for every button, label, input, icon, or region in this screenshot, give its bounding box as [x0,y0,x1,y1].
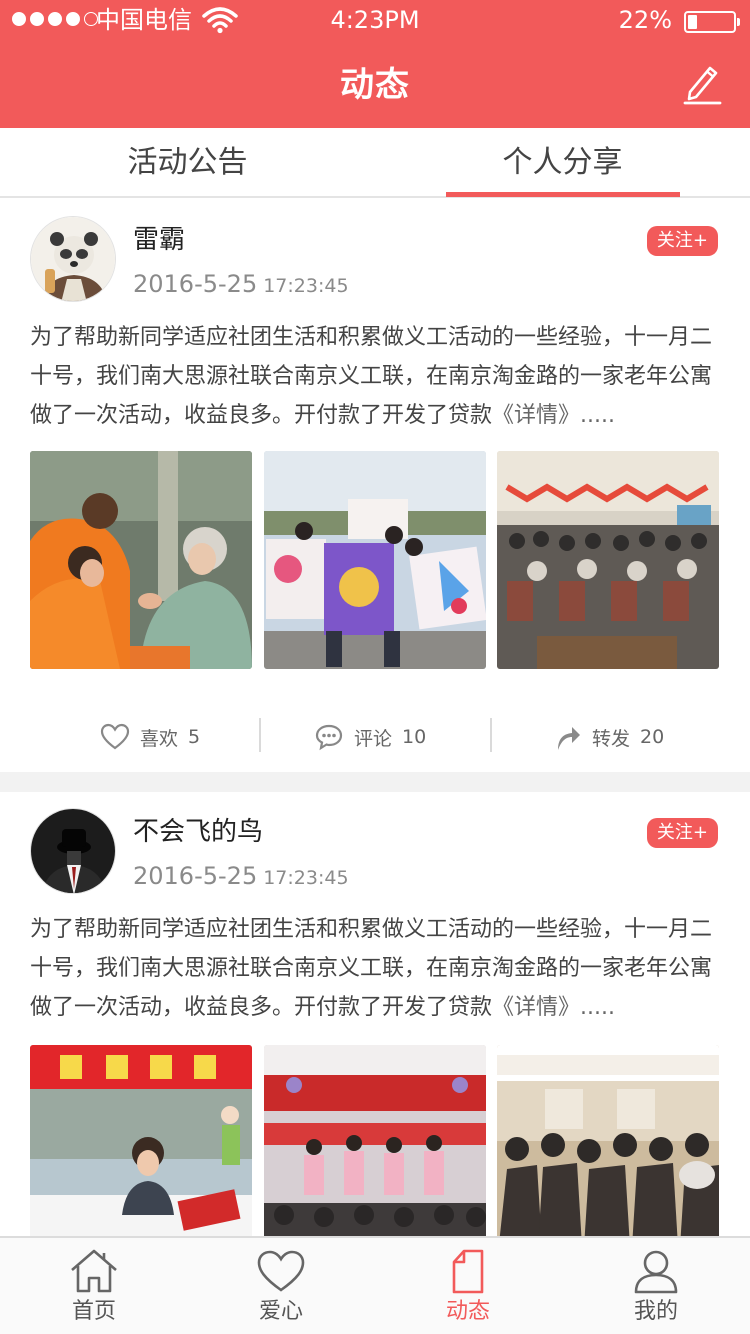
like-button[interactable]: 喜欢 5 [100,712,200,762]
heart-icon [100,723,130,750]
active-tab-indicator [446,192,680,197]
follow-button[interactable]: 关注+ [646,818,718,848]
document-icon [452,1249,484,1294]
post-photo[interactable] [497,451,719,669]
page-title: 动态 [340,65,410,105]
post-text[interactable]: 为了帮助新同学适应社团生活和积累做义工活动的一些经验，十一月二十号，我们南大思源… [30,910,720,1027]
action-divider [490,718,492,752]
nav-feed-label: 动态 [445,1299,490,1324]
post-username[interactable]: 不会飞的鸟 [133,814,263,850]
tab-personal-share[interactable]: 个人分享 [375,128,750,198]
share-arrow-icon [558,727,580,750]
post-photos [30,451,720,669]
share-label: 转发 [592,727,631,750]
nav-feed[interactable]: 动态 [374,1238,562,1334]
tab-announcements[interactable]: 活动公告 [0,128,375,198]
battery-percent: 22% [618,6,672,34]
post-text[interactable]: 为了帮助新同学适应社团生活和积累做义工活动的一些经验，十一月二十号，我们南大思源… [30,318,720,435]
nav-me[interactable]: 我的 [562,1238,750,1334]
post-username[interactable]: 雷霸 [133,222,185,258]
post-date-day: 2016-5-25 [133,270,258,298]
status-bar: 中国电信 4:23PM 22% [0,0,750,40]
comment-label: 评论 [354,727,393,750]
nav-me-label: 我的 [633,1299,678,1324]
post-photo[interactable] [264,1045,486,1236]
user-icon [634,1250,678,1294]
avatar[interactable] [30,216,116,302]
battery-icon [684,11,740,33]
post-date-day: 2016-5-25 [133,862,258,890]
post-photo[interactable] [30,1045,252,1236]
post-divider [0,772,750,792]
post-date-time: 17:23:45 [263,275,349,297]
action-divider [259,718,261,752]
heart-icon [257,1250,305,1292]
post-date: 2016-5-25 17:23:45 [133,268,349,302]
post-card: 不会飞的鸟 2016-5-25 17:23:45 关注+ 为了帮助新同学适应社团生… [0,792,750,1236]
post-date-time: 17:23:45 [263,867,349,889]
comment-icon [315,724,343,751]
avatar[interactable] [30,808,116,894]
like-label: 喜欢 [140,727,179,750]
nav-home[interactable]: 首页 [0,1238,188,1334]
nav-love-label: 爱心 [258,1299,303,1324]
post-more-link[interactable]: 《详情》..... [492,403,615,428]
tab-bar: 活动公告 个人分享 [0,128,750,198]
feed-list[interactable]: 雷霸 2016-5-25 17:23:45 关注+ 为了帮助新同学适应社团生活和积… [0,200,750,1236]
nav-love[interactable]: 爱心 [187,1238,375,1334]
nav-home-label: 首页 [71,1299,116,1324]
post-date: 2016-5-25 17:23:45 [133,860,349,894]
post-photo[interactable] [264,451,486,669]
bottom-nav: 首页 爱心 动态 我的 [0,1236,750,1334]
share-button[interactable]: 转发 20 [552,712,664,762]
post-photos [30,1045,720,1236]
post-card: 雷霸 2016-5-25 17:23:45 关注+ 为了帮助新同学适应社团生活和积… [0,200,750,772]
like-count: 5 [188,726,201,748]
top-bar: 中国电信 4:23PM 22% 动态 [0,0,750,128]
share-count: 20 [640,726,665,748]
post-photo[interactable] [497,1045,719,1236]
post-photo[interactable] [30,451,252,669]
follow-button[interactable]: 关注+ [646,226,718,256]
home-icon [71,1249,117,1293]
post-more-link[interactable]: 《详情》..... [492,995,615,1020]
pencil-icon[interactable] [682,62,722,106]
comment-count: 10 [402,726,427,748]
comment-button[interactable]: 评论 10 [314,712,426,762]
post-actions: 喜欢 5 评论 10 转发 20 [0,712,750,762]
